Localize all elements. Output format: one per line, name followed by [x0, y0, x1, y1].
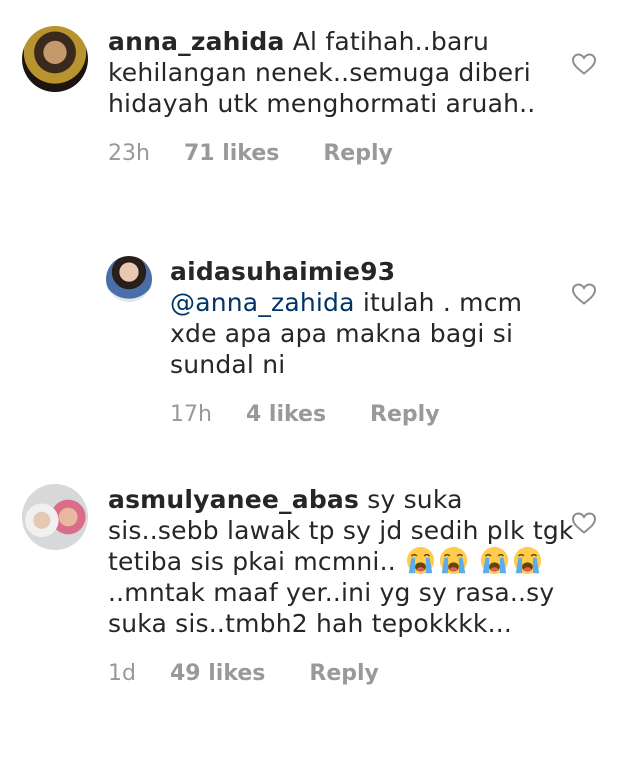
comment-item: asmulyanee_abas sy suka sis..sebb lawak …	[22, 484, 582, 686]
comment-item: aidasuhaimie93 @anna_zahida itulah . mcm…	[106, 256, 586, 427]
reply-button[interactable]: Reply	[323, 141, 393, 166]
mention-link[interactable]: @anna_zahida	[170, 288, 355, 317]
heart-outline-icon[interactable]	[571, 52, 597, 76]
comment-body: anna_zahida Al fatihah..baru kehilangan …	[108, 26, 578, 119]
comment-meta: 17h 4 likes Reply	[170, 402, 570, 427]
comment-body: aidasuhaimie93 @anna_zahida itulah . mcm…	[170, 256, 570, 380]
reply-button[interactable]: Reply	[370, 402, 440, 427]
likes-count[interactable]: 4 likes	[246, 402, 326, 427]
crying-face-emoji	[480, 546, 509, 575]
timestamp: 17h	[170, 402, 212, 427]
likes-count[interactable]: 49 likes	[170, 661, 265, 686]
username[interactable]: aidasuhaimie93	[170, 257, 395, 286]
crying-face-emoji	[513, 546, 542, 575]
username[interactable]: anna_zahida	[108, 27, 285, 56]
avatar[interactable]	[22, 26, 88, 92]
comment-item: anna_zahida Al fatihah..baru kehilangan …	[22, 26, 582, 166]
comment-meta: 23h 71 likes Reply	[108, 141, 578, 166]
timestamp: 1d	[108, 661, 136, 686]
avatar[interactable]	[22, 484, 88, 550]
likes-count[interactable]: 71 likes	[184, 141, 279, 166]
username[interactable]: asmulyanee_abas	[108, 485, 359, 514]
crying-face-emoji	[439, 546, 468, 575]
comment-body: asmulyanee_abas sy suka sis..sebb lawak …	[108, 484, 578, 639]
crying-face-emoji	[406, 546, 435, 575]
comment-text: ..mntak maaf yer..ini yg sy rasa..sy suk…	[108, 578, 555, 638]
timestamp: 23h	[108, 141, 150, 166]
reply-button[interactable]: Reply	[309, 661, 379, 686]
avatar[interactable]	[106, 256, 152, 302]
heart-outline-icon[interactable]	[571, 282, 597, 306]
heart-outline-icon[interactable]	[571, 511, 597, 535]
comment-meta: 1d 49 likes Reply	[108, 661, 578, 686]
